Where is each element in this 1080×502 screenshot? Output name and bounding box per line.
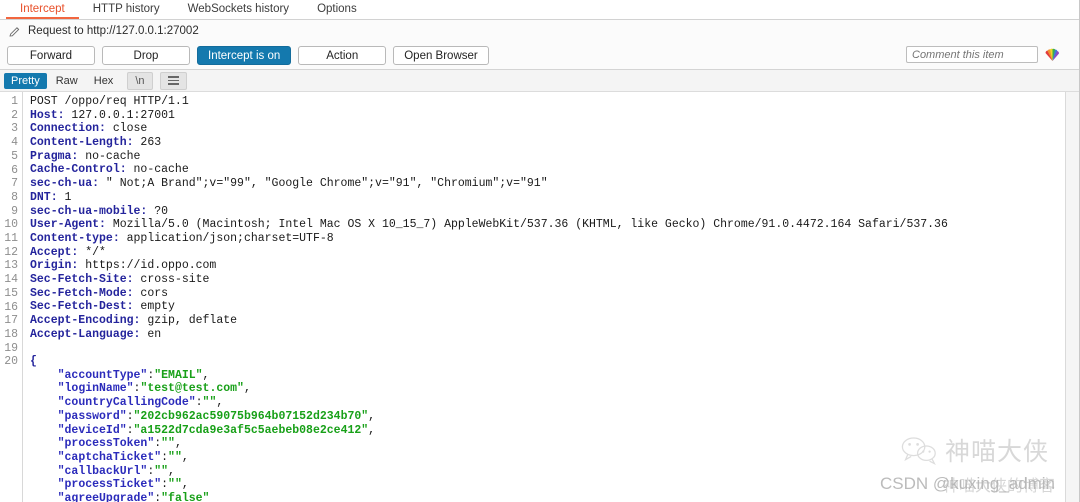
request-target-bar: Request to http://127.0.0.1:27002 bbox=[0, 20, 1079, 42]
forward-button-label: Forward bbox=[29, 49, 73, 62]
comment-area bbox=[906, 46, 1061, 63]
tab-http-history[interactable]: HTTP history bbox=[79, 0, 174, 19]
comment-input[interactable] bbox=[906, 46, 1038, 63]
burp-suite-window: Intercept HTTP history WebSockets histor… bbox=[0, 0, 1080, 502]
request-target-label: Request to http://127.0.0.1:27002 bbox=[28, 25, 199, 37]
tab-options-label: Options bbox=[317, 2, 357, 15]
message-view-toolbar: Pretty Raw Hex \n bbox=[0, 70, 1079, 92]
drop-button-label: Drop bbox=[133, 49, 159, 62]
newline-toggle-label: \n bbox=[135, 74, 145, 87]
tab-intercept-label: Intercept bbox=[20, 2, 65, 15]
intercept-toggle-button[interactable]: Intercept is on bbox=[197, 46, 292, 65]
view-mode-pretty[interactable]: Pretty bbox=[4, 72, 47, 89]
newline-toggle-button[interactable]: \n bbox=[127, 71, 153, 90]
view-mode-hex[interactable]: Hex bbox=[87, 73, 121, 89]
hamburger-menu-icon bbox=[167, 74, 179, 87]
action-button[interactable]: Action bbox=[298, 46, 387, 65]
tab-websockets-history[interactable]: WebSockets history bbox=[174, 0, 303, 19]
line-number-gutter: 1 2 3 4 5 6 7 8 9 10 11 12 13 14 15 16 17 18 19 20 bbox=[0, 92, 23, 502]
request-editor[interactable]: 1 2 3 4 5 6 7 8 9 10 11 12 13 14 15 16 17 18 19 20 POST /op… bbox=[0, 92, 1079, 502]
drop-button[interactable]: Drop bbox=[102, 46, 190, 65]
request-code-content[interactable]: POST /oppo/req HTTP/1.1 Host: 127.0.0.1:2… bbox=[23, 92, 1079, 502]
intercept-toggle-label: Intercept is on bbox=[208, 49, 281, 62]
vertical-scrollbar[interactable] bbox=[1065, 92, 1079, 502]
open-browser-button[interactable]: Open Browser bbox=[393, 46, 489, 65]
intercept-action-bar: Forward Drop Intercept is on Action Open… bbox=[0, 42, 1079, 70]
tab-intercept[interactable]: Intercept bbox=[6, 0, 79, 19]
tab-websockets-history-label: WebSockets history bbox=[187, 2, 290, 15]
main-tab-strip: Intercept HTTP history WebSockets histor… bbox=[0, 0, 1079, 20]
rainbow-highlight-icon[interactable] bbox=[1044, 47, 1061, 62]
tab-http-history-label: HTTP history bbox=[92, 2, 160, 15]
pencil-icon bbox=[9, 26, 20, 36]
view-menu-button[interactable] bbox=[159, 71, 187, 90]
view-mode-raw[interactable]: Raw bbox=[49, 73, 85, 89]
view-mode-pretty-label: Pretty bbox=[11, 74, 40, 87]
action-button-label: Action bbox=[326, 49, 359, 62]
forward-button[interactable]: Forward bbox=[7, 46, 95, 65]
view-mode-hex-label: Hex bbox=[93, 74, 114, 87]
view-mode-raw-label: Raw bbox=[55, 74, 78, 87]
open-browser-button-label: Open Browser bbox=[404, 49, 478, 62]
tab-options[interactable]: Options bbox=[303, 0, 371, 19]
